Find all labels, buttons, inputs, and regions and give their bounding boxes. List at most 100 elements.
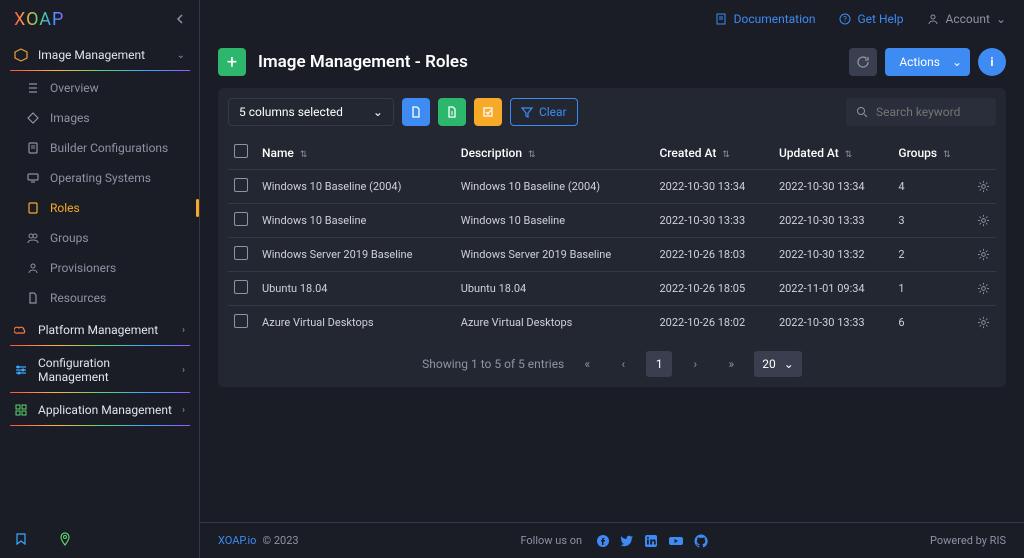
linkedin-icon[interactable] (644, 534, 658, 548)
footer-brand-link[interactable]: XOAP.io (218, 534, 256, 547)
page-actions: Actions ⌄ i (849, 48, 1006, 76)
col-updated[interactable]: Updated At⇅ (773, 136, 892, 170)
cell-name: Ubuntu 18.04 (256, 272, 455, 306)
export-sheet-button[interactable] (438, 98, 466, 126)
search-icon (856, 106, 868, 118)
sidebar-item-roles[interactable]: Roles (0, 193, 199, 223)
cell-groups: 3 (892, 204, 971, 238)
gradient-divider (10, 70, 190, 71)
actions-dropdown[interactable]: Actions ⌄ (885, 48, 970, 76)
sort-icon: ⇅ (943, 150, 951, 160)
sidebar-item-groups[interactable]: Groups (0, 223, 199, 253)
nav-label: Application Management (38, 403, 172, 417)
documentation-link[interactable]: Documentation (714, 12, 816, 26)
cell-groups: 2 (892, 238, 971, 272)
row-settings[interactable] (971, 238, 996, 272)
help-link[interactable]: ? Get Help (838, 12, 904, 26)
cell-groups: 6 (892, 306, 971, 340)
row-checkbox[interactable] (234, 246, 248, 260)
cell-groups: 4 (892, 170, 971, 204)
refresh-button[interactable] (849, 48, 877, 76)
nav-head-config[interactable]: Configuration Management › (0, 348, 199, 392)
search-box[interactable] (846, 98, 996, 126)
row-checkbox[interactable] (234, 314, 248, 328)
sidebar-item-builder[interactable]: Builder Configurations (0, 133, 199, 163)
col-description[interactable]: Description⇅ (455, 136, 654, 170)
sidebar-item-resources[interactable]: Resources (0, 283, 199, 313)
account-link[interactable]: Account ⌄ (926, 12, 1006, 26)
sidebar-item-images[interactable]: Images (0, 103, 199, 133)
follow-label: Follow us on (520, 534, 582, 547)
sidebar-item-label: Provisioners (50, 261, 116, 275)
first-page[interactable]: « (574, 351, 600, 377)
pagination: Showing 1 to 5 of 5 entries « ‹ 1 › » 20… (228, 351, 996, 377)
next-page[interactable]: › (682, 351, 708, 377)
logo-bar: XOAP (0, 0, 199, 38)
row-checkbox[interactable] (234, 212, 248, 226)
youtube-icon[interactable] (668, 534, 684, 548)
row-checkbox[interactable] (234, 178, 248, 192)
chevron-down-icon: ⌄ (373, 105, 383, 119)
location-icon[interactable] (58, 532, 72, 546)
columns-selector[interactable]: 5 columns selected ⌄ (228, 98, 394, 126)
chevron-right-icon: › (182, 405, 185, 416)
collapse-sidebar-icon[interactable] (175, 14, 185, 24)
sidebar-item-os[interactable]: Operating Systems (0, 163, 199, 193)
cloud-icon (14, 323, 28, 337)
select-all-checkbox[interactable] (234, 144, 248, 158)
content: + Image Management - Roles Actions ⌄ i 5… (200, 38, 1024, 522)
table-row: Windows Server 2019 BaselineWindows Serv… (228, 238, 996, 272)
row-settings[interactable] (971, 272, 996, 306)
bookmark-icon[interactable] (14, 532, 28, 546)
col-groups[interactable]: Groups⇅ (892, 136, 971, 170)
col-name[interactable]: Name⇅ (256, 136, 455, 170)
page-size-select[interactable]: 20 ⌄ (754, 351, 802, 377)
nav-head-app[interactable]: Application Management › (0, 395, 199, 425)
sidebar-item-provisioners[interactable]: Provisioners (0, 253, 199, 283)
list-icon (26, 81, 40, 95)
cell-description: Windows Server 2019 Baseline (455, 238, 654, 272)
footer: XOAP.io © 2023 Follow us on Powered by R… (200, 522, 1024, 558)
main: Documentation ? Get Help Account ⌄ + Ima… (200, 0, 1024, 558)
cell-description: Ubuntu 18.04 (455, 272, 654, 306)
clear-filter-button[interactable]: Clear (510, 98, 578, 126)
group-icon (26, 231, 40, 245)
topbar: Documentation ? Get Help Account ⌄ (200, 0, 1024, 38)
cell-created: 2022-10-26 18:05 (653, 272, 772, 306)
row-checkbox[interactable] (234, 280, 248, 294)
data-panel: 5 columns selected ⌄ Clear (218, 88, 1006, 387)
facebook-icon[interactable] (596, 534, 610, 548)
sidebar-item-label: Images (50, 111, 90, 125)
nav-label: Image Management (38, 48, 145, 62)
chevron-down-icon: ⌄ (952, 55, 962, 69)
cell-updated: 2022-10-30 13:32 (773, 238, 892, 272)
link-label: Documentation (734, 12, 816, 26)
last-page[interactable]: » (718, 351, 744, 377)
nav-head-image-management[interactable]: Image Management ⌄ (0, 40, 199, 70)
search-input[interactable] (876, 105, 976, 119)
export-doc-button[interactable] (402, 98, 430, 126)
nav-head-platform[interactable]: Platform Management › (0, 315, 199, 345)
sidebar-footer (0, 520, 199, 558)
sidebar-item-label: Builder Configurations (50, 141, 168, 155)
current-page[interactable]: 1 (646, 351, 672, 377)
info-button[interactable]: i (978, 48, 1006, 76)
sidebar-item-overview[interactable]: Overview (0, 73, 199, 103)
roles-table: Name⇅ Description⇅ Created At⇅ Updated A… (228, 136, 996, 339)
twitter-icon[interactable] (620, 534, 634, 548)
sliders-icon (14, 363, 28, 377)
brand-logo: XOAP (14, 9, 64, 30)
add-button[interactable]: + (218, 48, 246, 76)
sort-icon: ⇅ (528, 150, 536, 160)
gradient-divider (10, 345, 190, 346)
prev-page[interactable]: ‹ (610, 351, 636, 377)
cell-description: Azure Virtual Desktops (455, 306, 654, 340)
cell-name: Azure Virtual Desktops (256, 306, 455, 340)
github-icon[interactable] (694, 534, 708, 548)
select-all-button[interactable] (474, 98, 502, 126)
row-settings[interactable] (971, 306, 996, 340)
row-settings[interactable] (971, 170, 996, 204)
col-created[interactable]: Created At⇅ (653, 136, 772, 170)
user-icon (26, 261, 40, 275)
row-settings[interactable] (971, 204, 996, 238)
